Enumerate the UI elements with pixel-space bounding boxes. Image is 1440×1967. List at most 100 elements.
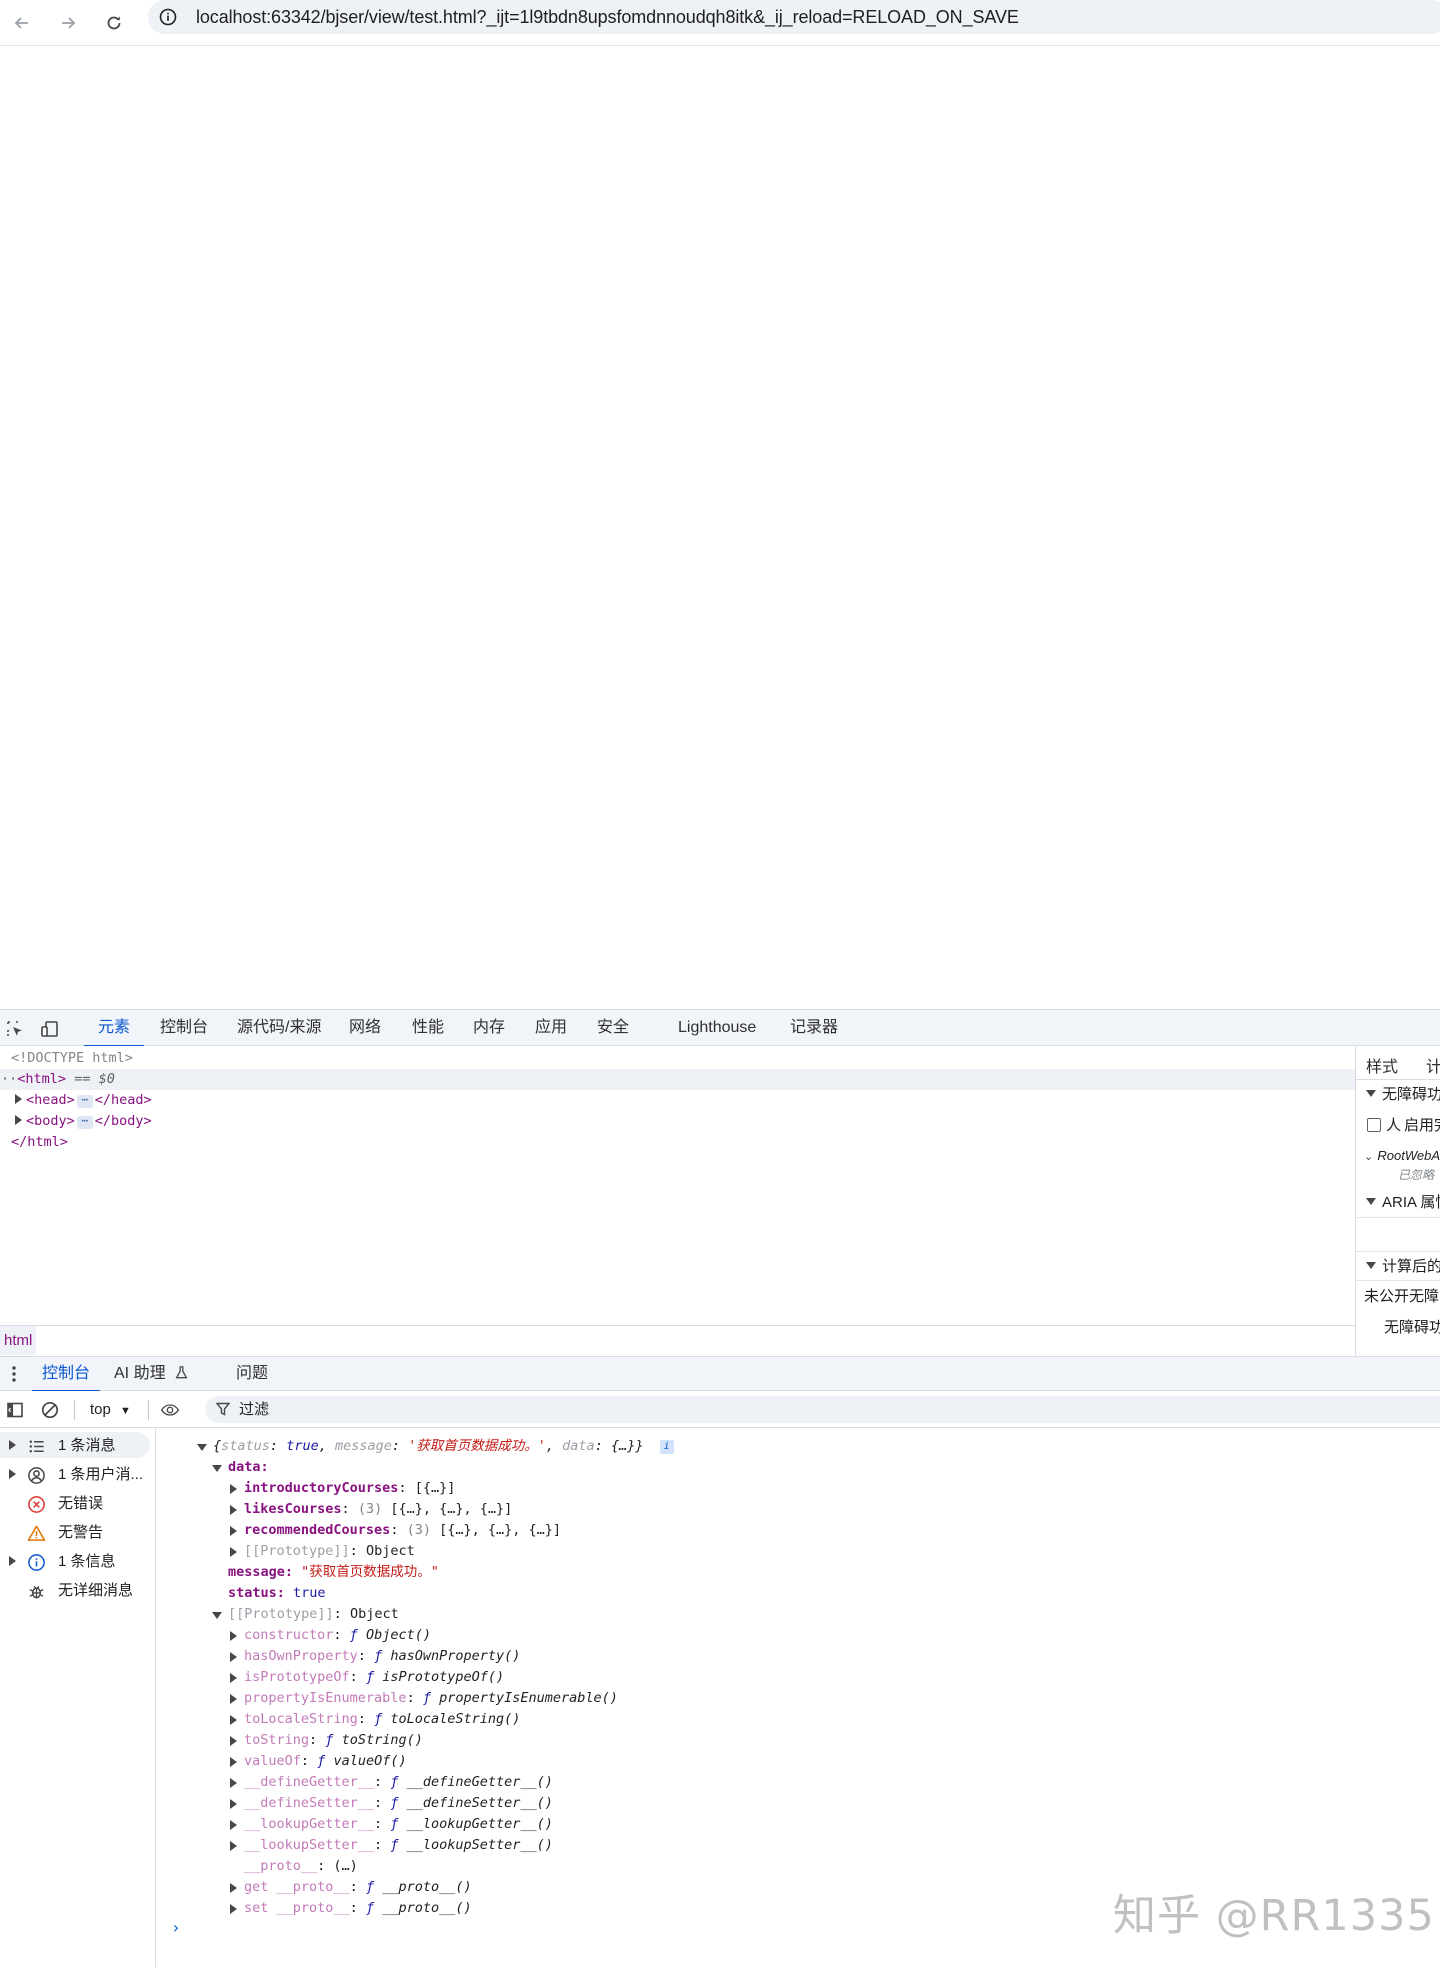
drawer-tab-console[interactable]: 控制台	[31, 1357, 101, 1392]
expand-triangle-icon[interactable]	[230, 1820, 237, 1830]
toolbar-divider	[74, 1400, 75, 1420]
expand-triangle-icon[interactable]	[15, 1094, 22, 1104]
drawer-tab-ai-assistant[interactable]: AI 助理	[114, 1357, 189, 1391]
expand-triangle-icon[interactable]	[230, 1652, 237, 1662]
drawer-tabbar: 控制台 AI 助理 问题	[0, 1356, 1440, 1392]
expand-triangle-icon[interactable]	[230, 1883, 237, 1893]
site-info-icon[interactable]	[158, 7, 178, 27]
chevron-down-icon: ⌄	[1364, 1151, 1374, 1163]
clear-console-button[interactable]	[39, 1399, 61, 1421]
expand-triangle-icon[interactable]	[197, 1444, 207, 1451]
accessibility-tree-section[interactable]: 无障碍功	[1356, 1080, 1440, 1110]
bug-icon	[26, 1581, 46, 1601]
expand-triangle-icon[interactable]	[230, 1526, 237, 1536]
toggle-sidebar-button[interactable]	[4, 1399, 26, 1421]
sidebar-item-info[interactable]: 1 条信息	[0, 1548, 150, 1574]
tab-performance[interactable]: 性能	[412, 1010, 444, 1046]
sidebar-item-errors[interactable]: 无错误	[0, 1490, 150, 1516]
more-vertical-icon	[12, 1366, 16, 1382]
tab-console[interactable]: 控制台	[160, 1010, 208, 1046]
reload-icon	[107, 16, 121, 30]
expand-triangle-icon[interactable]	[230, 1757, 237, 1767]
accessibility-name-row: 无障碍功	[1384, 1319, 1440, 1336]
reload-button[interactable]	[96, 5, 132, 41]
html-open-tag: <html>	[17, 1071, 67, 1087]
expand-triangle-icon[interactable]	[230, 1736, 237, 1746]
tab-elements[interactable]: 元素	[83, 1010, 145, 1047]
live-expression-button[interactable]	[157, 1399, 183, 1421]
expand-triangle-icon[interactable]	[9, 1440, 16, 1450]
body-node[interactable]: <body> ⋯ </body>	[15, 1111, 152, 1132]
user-icon	[26, 1465, 46, 1485]
expand-triangle-icon[interactable]	[9, 1469, 16, 1479]
collapsed-ellipsis[interactable]: ⋯	[76, 1094, 93, 1108]
tab-application[interactable]: 应用	[535, 1010, 567, 1046]
computed-properties-section[interactable]: 计算后的	[1356, 1251, 1440, 1281]
object-info-icon[interactable]: i	[659, 1440, 674, 1454]
back-button[interactable]	[4, 5, 40, 41]
forward-button[interactable]	[50, 5, 86, 41]
side-tabs: 样式 计	[1356, 1046, 1440, 1080]
inspect-element-button[interactable]	[4, 1018, 26, 1040]
tab-memory[interactable]: 内存	[473, 1010, 505, 1046]
drawer-tab-issues[interactable]: 问题	[236, 1357, 268, 1391]
expand-triangle-icon[interactable]	[230, 1484, 237, 1494]
tab-security[interactable]: 安全	[597, 1010, 629, 1046]
tab-sources[interactable]: 源代码/来源	[237, 1010, 321, 1046]
collapse-triangle-icon	[1366, 1090, 1376, 1097]
body-close-tag: </body>	[94, 1113, 152, 1129]
expand-triangle-icon[interactable]	[230, 1778, 237, 1788]
expand-triangle-icon[interactable]	[230, 1694, 237, 1704]
doctype-node[interactable]: <!DOCTYPE html>	[11, 1048, 133, 1069]
tab-lighthouse[interactable]: Lighthouse	[678, 1010, 756, 1046]
expand-triangle-icon[interactable]	[230, 1547, 237, 1557]
tab-computed[interactable]: 计	[1426, 1053, 1440, 1077]
error-icon	[26, 1494, 46, 1514]
expand-triangle-icon[interactable]	[230, 1631, 237, 1641]
console-prompt[interactable]: ›	[171, 1918, 181, 1937]
proto-accessor-row[interactable]: __proto__: (…)	[244, 1856, 358, 1876]
body-open-tag: <body>	[26, 1113, 75, 1129]
elements-panel: <!DOCTYPE html> ··<html> == $0 <head> ⋯ </…	[0, 1046, 1355, 1325]
expand-triangle-icon[interactable]	[230, 1799, 237, 1809]
expand-triangle-icon[interactable]	[212, 1465, 222, 1472]
filter-box	[205, 1396, 1440, 1423]
selected-marker: == $0	[74, 1071, 115, 1087]
html-close-tag: </html>	[11, 1134, 68, 1150]
console-toolbar: top ▼	[0, 1391, 1440, 1428]
arrow-right-icon	[62, 17, 76, 29]
address-bar[interactable]: localhost:63342/bjser/view/test.html?_ij…	[148, 0, 1440, 34]
drawer-menu-button[interactable]	[6, 1364, 22, 1384]
sidebar-item-verbose[interactable]: 无详细消息	[0, 1577, 150, 1603]
expand-triangle-icon[interactable]	[230, 1673, 237, 1683]
expand-triangle-icon[interactable]	[212, 1612, 222, 1619]
sidebar-item-warnings[interactable]: 无警告	[0, 1519, 150, 1545]
url-text[interactable]: localhost:63342/bjser/view/test.html?_ij…	[196, 7, 1019, 28]
aria-attributes-section[interactable]: ARIA 属性	[1356, 1188, 1440, 1218]
tab-recorder[interactable]: 记录器	[790, 1010, 838, 1046]
sidebar-item-user-messages[interactable]: 1 条用户消...	[0, 1461, 150, 1487]
device-toolbar-button[interactable]	[39, 1018, 61, 1040]
tab-styles[interactable]: 样式	[1366, 1053, 1398, 1077]
breadcrumb-html[interactable]: html	[0, 1326, 37, 1355]
tab-network[interactable]: 网络	[349, 1010, 381, 1046]
expand-triangle-icon[interactable]	[230, 1715, 237, 1725]
sidebar-item-messages[interactable]: 1 条消息	[0, 1432, 150, 1458]
accessibility-person-icon: ⼈	[1386, 1117, 1402, 1134]
head-node[interactable]: <head> ⋯ </head>	[15, 1090, 152, 1111]
filter-input[interactable]	[239, 1399, 539, 1420]
expand-triangle-icon[interactable]	[230, 1904, 237, 1914]
enable-checkbox[interactable]	[1367, 1118, 1381, 1132]
toolbar-divider	[148, 1400, 149, 1420]
expand-triangle-icon[interactable]	[230, 1841, 237, 1851]
expand-triangle-icon[interactable]	[230, 1505, 237, 1515]
enable-full-tree-row[interactable]: ⼈启用完	[1356, 1112, 1440, 1142]
collapsed-ellipsis[interactable]: ⋯	[76, 1115, 93, 1129]
html-node[interactable]: ··<html> == $0	[0, 1069, 1355, 1090]
drag-handle-icon: ··	[1, 1071, 18, 1087]
expand-triangle-icon[interactable]	[9, 1556, 16, 1566]
expand-triangle-icon[interactable]	[15, 1115, 22, 1125]
styles-side-panel: 样式 计 无障碍功 ⼈启用完 ⌄ RootWebA 已忽略 ARIA 属性 计算…	[1355, 1046, 1440, 1356]
html-close-node[interactable]: </html>	[11, 1132, 68, 1153]
context-selector[interactable]: top ▼	[84, 1398, 137, 1422]
